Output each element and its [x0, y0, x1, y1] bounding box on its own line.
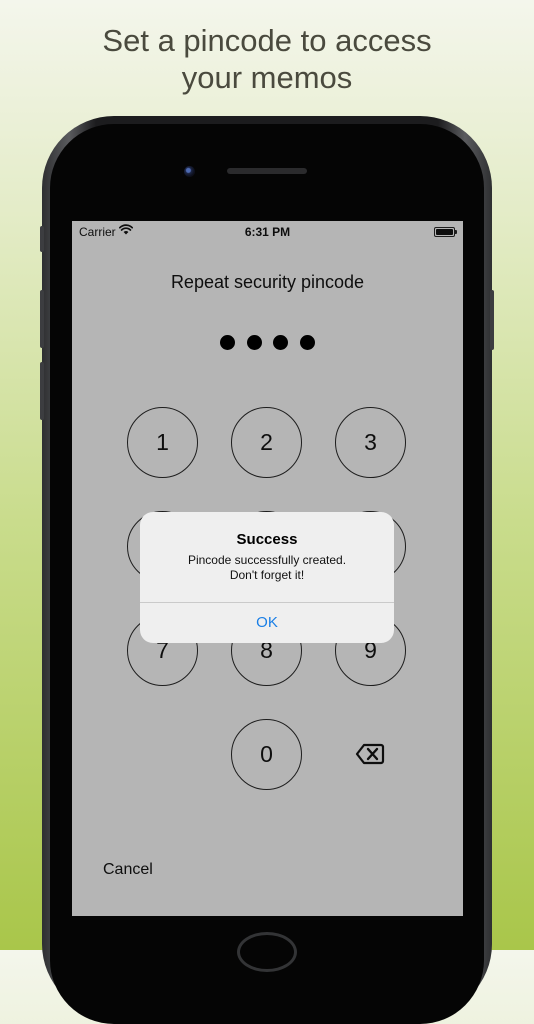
alert-message: Pincode successfully created. Don't forg… — [140, 553, 394, 583]
alert-title: Success — [236, 531, 298, 548]
home-button — [237, 932, 297, 972]
headline-line-2: your memos — [181, 60, 353, 95]
ok-button[interactable]: OK — [140, 603, 394, 643]
headline-line-1: Set a pincode to access — [102, 23, 432, 58]
volume-up-button — [40, 290, 44, 348]
marketing-headline: Set a pincode to access your memos — [0, 22, 534, 96]
alert-message-line-2: Don't forget it! — [229, 568, 305, 582]
front-camera-icon — [184, 166, 195, 177]
phone-screen: Carrier 6:31 PM Repeat security pincode … — [72, 221, 463, 916]
mute-switch — [40, 226, 44, 252]
volume-down-button — [40, 362, 44, 420]
alert-message-line-1: Pincode successfully created. — [187, 553, 347, 567]
power-button — [490, 290, 494, 350]
earpiece-speaker — [227, 168, 307, 174]
success-alert: Success Pincode successfully created. Do… — [140, 512, 394, 643]
